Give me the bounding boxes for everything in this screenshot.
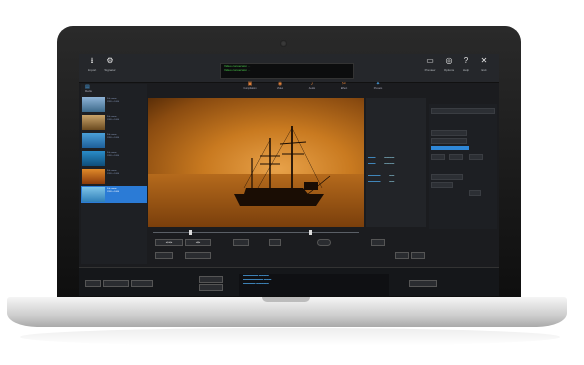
control-button[interactable] (199, 276, 223, 283)
toolbar: ⭳ Import ⚙ Signatur Video conversion ...… (79, 54, 499, 83)
tab-bar: ▣ Compilation ◉ Video ♪ Audio ✂ Effect ✦… (239, 82, 389, 91)
tab-compilation[interactable]: ▣ Compilation (239, 82, 261, 91)
settings-button[interactable] (449, 154, 463, 160)
queue-line: ▬▬▬▬▬ ▬▬▬▬▬ (243, 282, 269, 285)
volume-slider[interactable] (269, 232, 359, 233)
thumbnail (82, 169, 105, 184)
info-panel: ▬▬▬ ▬▬▬▬ ▬▬▬ ▬▬▬▬ ▬▬▬▬▬ ▬▬ ▬▬▬▬▬ ▬▬ (366, 98, 426, 227)
app-window: ⭳ Import ⚙ Signatur Video conversion ...… (79, 54, 499, 296)
play-controls-button[interactable]: ◀ ■ ▶ (155, 239, 183, 246)
status-display: Video conversion ... Video conversion ..… (220, 63, 354, 79)
info-row: ▬▬▬ ▬▬▬▬ (368, 162, 395, 165)
control-button[interactable] (269, 239, 281, 246)
control-button[interactable] (317, 239, 331, 246)
convert-button[interactable] (409, 280, 437, 287)
info-row: ▬▬▬▬▬ ▬▬ (368, 174, 395, 177)
tab-audio[interactable]: ♪ Audio (301, 82, 323, 91)
list-item[interactable]: File name 1920 x 1080 (81, 132, 147, 149)
thumbnail (82, 151, 105, 166)
timeline-slider[interactable] (153, 232, 283, 233)
list-item-selected[interactable]: File name 1920 x 1080 (81, 186, 147, 203)
settings-selected-option[interactable] (431, 146, 469, 150)
status-line: Video conversion ... (224, 68, 251, 72)
tab-effect[interactable]: ✂ Effect (333, 82, 355, 91)
download-icon: ⭳ (90, 56, 94, 65)
list-item[interactable]: File name 1920 x 1080 (81, 114, 147, 131)
playback-controls: ◀ ■ ▶ ◀ ▶ (149, 230, 429, 260)
volume-knob[interactable] (309, 230, 312, 235)
close-icon: ✕ (480, 56, 488, 65)
control-button[interactable] (395, 252, 409, 259)
help-button[interactable]: ? Help (457, 56, 475, 73)
laptop-notch (262, 297, 310, 302)
control-button[interactable] (411, 252, 425, 259)
gear-icon: ⚙ (106, 56, 114, 65)
monitor-icon: ▭ (426, 56, 434, 65)
control-button[interactable] (185, 252, 211, 259)
options-button[interactable]: ◎ Options (440, 56, 458, 73)
settings-dropdown[interactable] (431, 108, 495, 114)
info-row: ▬▬▬▬▬ ▬▬ (368, 180, 395, 183)
info-row: ▬▬▬ ▬▬▬▬ (368, 156, 395, 159)
bottom-bar: ▬▬▬▬▬▬ ▬▬▬▬ ▬▬▬▬▬▬▬▬ ▬▬▬ ▬▬▬▬▬ ▬▬▬▬▬ (79, 267, 499, 296)
thumbnail (82, 97, 105, 112)
exit-button[interactable]: ✕ Exit (475, 56, 493, 73)
video-preview (148, 98, 364, 227)
shadow (20, 328, 560, 346)
settings-field[interactable] (431, 138, 467, 144)
settings-button[interactable] (469, 154, 483, 160)
control-button[interactable] (103, 280, 129, 287)
control-button[interactable] (155, 252, 173, 259)
settings-field[interactable] (431, 174, 463, 180)
control-button[interactable] (131, 280, 153, 287)
thumbnail (82, 187, 105, 202)
tab-video[interactable]: ◉ Video (269, 82, 291, 91)
thumbnail (82, 133, 105, 148)
settings-field[interactable] (431, 182, 453, 188)
camera-icon (280, 40, 287, 47)
media-list: ▤ Media File name 1920 x 1080 File name 19… (81, 84, 147, 264)
control-button[interactable] (199, 284, 223, 291)
import-button[interactable]: ⭳ Import (83, 56, 101, 73)
signature-button[interactable]: ⚙ Signatur (101, 56, 119, 73)
thumbnail (82, 115, 105, 130)
tab-presets[interactable]: ✦ Presets (367, 82, 389, 91)
ship-silhouette (234, 126, 331, 206)
globe-icon: ◎ (445, 56, 453, 65)
control-button[interactable] (233, 239, 249, 246)
control-button[interactable] (371, 239, 385, 246)
settings-field[interactable] (431, 130, 467, 136)
list-item[interactable]: File name 1920 x 1080 (81, 168, 147, 185)
step-controls-button[interactable]: ◀ ▶ (185, 239, 211, 246)
settings-button[interactable] (469, 190, 481, 196)
preview-button[interactable]: ▭ Preview (421, 56, 439, 73)
control-button[interactable] (85, 280, 101, 287)
help-icon: ? (463, 56, 469, 65)
settings-panel (429, 104, 497, 229)
output-queue: ▬▬▬▬▬▬ ▬▬▬▬ ▬▬▬▬▬▬▬▬ ▬▬▬ ▬▬▬▬▬ ▬▬▬▬▬ (239, 274, 389, 296)
timeline-knob[interactable] (189, 230, 192, 235)
list-item[interactable]: File name 1920 x 1080 (81, 96, 147, 113)
settings-button[interactable] (431, 154, 445, 160)
list-item[interactable]: File name 1920 x 1080 (81, 150, 147, 167)
